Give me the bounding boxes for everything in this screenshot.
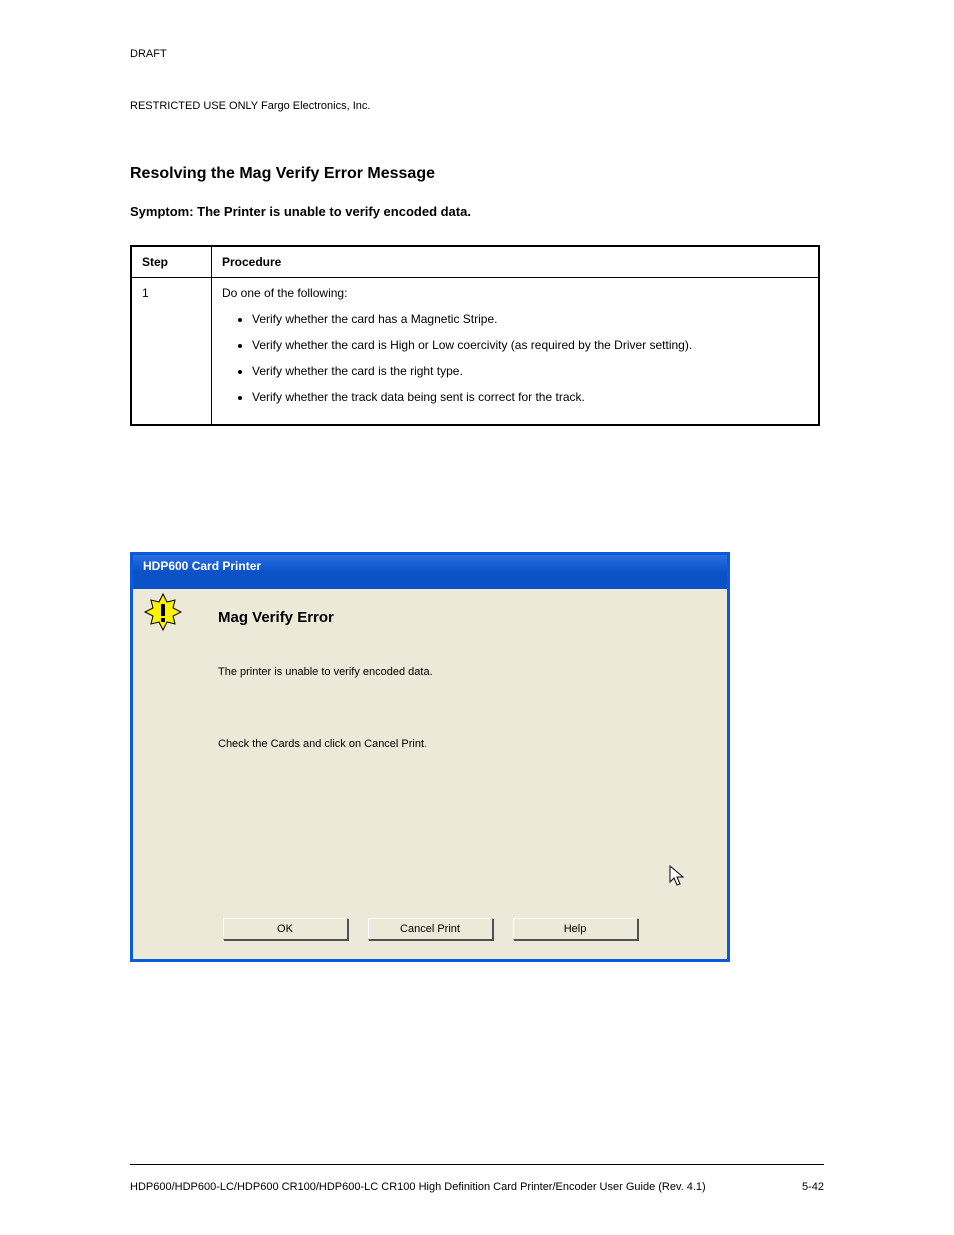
th-procedure: Procedure: [212, 247, 819, 278]
footer-left: HDP600/HDP600-LC/HDP600 CR100/HDP600-LC …: [130, 1181, 706, 1193]
table-header-row: Step Procedure: [132, 247, 819, 278]
section-title: Resolving the Mag Verify Error Message: [130, 165, 435, 183]
list-item: Verify whether the track data being sent…: [252, 390, 808, 404]
dialog-titlebar[interactable]: HDP600 Card Printer: [133, 552, 727, 589]
footer-divider: [130, 1164, 824, 1165]
list-item: Verify whether the card is High or Low c…: [252, 338, 808, 352]
help-button[interactable]: Help: [513, 918, 638, 940]
doc-header: DRAFT: [130, 48, 824, 60]
th-step: Step: [132, 247, 212, 278]
ok-button[interactable]: OK: [223, 918, 348, 940]
restricted-line: RESTRICTED USE ONLY Fargo Electronics, I…: [130, 100, 370, 112]
list-item: Verify whether the card has a Magnetic S…: [252, 312, 808, 326]
dialog-heading: Mag Verify Error: [218, 609, 707, 626]
procedure-lead: Do one of the following:: [222, 286, 808, 300]
procedure-table: Step Procedure 1 Do one of the following…: [130, 245, 820, 426]
td-procedure-1: Do one of the following: Verify whether …: [212, 278, 819, 425]
dialog-body: Mag Verify Error The printer is unable t…: [133, 589, 727, 909]
dialog-message-2: Check the Cards and click on Cancel Prin…: [218, 738, 707, 750]
cancel-print-button[interactable]: Cancel Print: [368, 918, 493, 940]
cursor-icon: [669, 865, 687, 889]
td-step-1: 1: [132, 278, 212, 425]
footer-page-number: 5-42: [802, 1181, 824, 1193]
table-row: 1 Do one of the following: Verify whethe…: [132, 278, 819, 425]
dialog-message-1: The printer is unable to verify encoded …: [218, 666, 707, 678]
error-dialog: HDP600 Card Printer Mag Verify Error The…: [130, 552, 730, 962]
dialog-button-row: OK Cancel Print Help: [133, 909, 727, 959]
section-subtitle: Symptom: The Printer is unable to verify…: [130, 204, 471, 219]
list-item: Verify whether the card is the right typ…: [252, 364, 808, 378]
